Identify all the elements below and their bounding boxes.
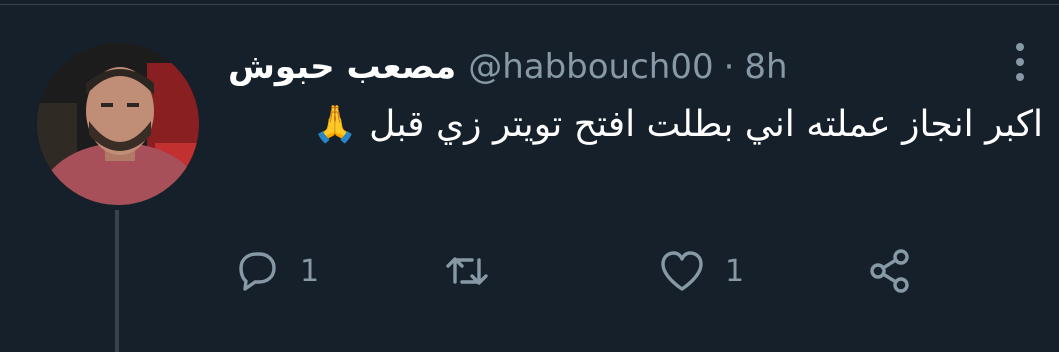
user-handle[interactable]: @habbouch00 (468, 47, 713, 87)
display-name[interactable]: مصعب حبوش (228, 47, 456, 87)
more-vertical-icon[interactable] (1006, 42, 1034, 82)
timestamp[interactable]: 8h (744, 47, 787, 87)
thread-line (115, 210, 119, 352)
retweet-icon (446, 257, 488, 285)
share-button[interactable] (865, 246, 915, 296)
retweet-button[interactable] (442, 246, 510, 296)
reply-button[interactable]: 1 (232, 246, 319, 296)
avatar[interactable] (37, 43, 199, 205)
like-button[interactable]: 1 (657, 246, 744, 296)
reply-icon (239, 252, 276, 291)
separator-dot: · (723, 47, 735, 87)
heart-icon (661, 251, 703, 291)
tweet-text: اكبر انجاز عملته اني بطلت افتح تويتر زي … (312, 104, 1043, 145)
share-icon (870, 249, 909, 293)
tweet-header: مصعب حبوش @habbouch00 · 8h (228, 42, 788, 92)
like-count: 1 (725, 253, 745, 289)
top-divider (0, 4, 1059, 5)
reply-count: 1 (300, 253, 320, 289)
tweet[interactable]: مصعب حبوش @habbouch00 · 8h اكبر انجاز عم… (0, 0, 1059, 352)
